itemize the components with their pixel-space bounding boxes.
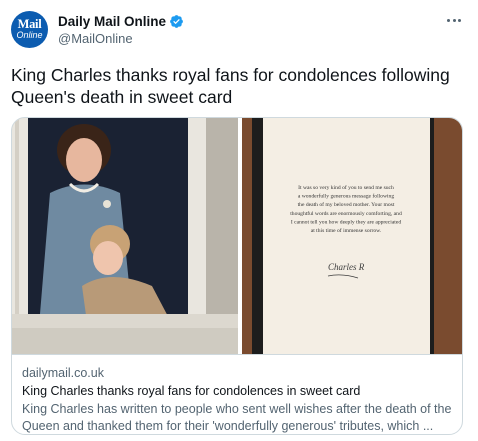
letter-line: the death of my beloved mother. Your mos… [298, 201, 395, 208]
handle[interactable]: @MailOnline [58, 31, 133, 46]
link-card[interactable]: It was so very kind of you to send me su… [11, 117, 463, 435]
card-divider [12, 354, 462, 355]
letter-line: a wonderfully generous message following [298, 193, 395, 200]
display-name[interactable]: Daily Mail Online [58, 14, 166, 29]
card-title[interactable]: King Charles thanks royal fans for condo… [22, 384, 454, 398]
card-domain[interactable]: dailymail.co.uk [22, 366, 104, 380]
avatar[interactable]: Mail Online [11, 11, 48, 48]
letter-line: at this time of immense sorrow. [311, 227, 382, 234]
card-description: King Charles has written to people who s… [22, 402, 452, 433]
letter-line: I cannot tell you how deeply they are ap… [291, 219, 401, 225]
avatar-logo-bottom: Online [16, 30, 43, 40]
letter-line: It was so very kind of you to send me su… [298, 184, 394, 191]
signature: Charles R [328, 262, 365, 272]
child-face [93, 241, 123, 275]
condolence-card [263, 118, 430, 354]
tweet-text: King Charles thanks royal fans for condo… [11, 65, 450, 107]
tweet[interactable]: Mail Online Daily Mail Online @MailOnlin… [0, 0, 478, 441]
card-image[interactable]: It was so very kind of you to send me su… [12, 118, 462, 354]
window-sill [12, 314, 238, 328]
author-name-row[interactable]: Daily Mail Online [58, 12, 184, 30]
verified-badge-icon [169, 14, 184, 29]
face [66, 138, 102, 182]
letter-line: thoughtful words are enormously comforti… [290, 210, 402, 217]
ellipsis-icon[interactable] [444, 13, 464, 27]
